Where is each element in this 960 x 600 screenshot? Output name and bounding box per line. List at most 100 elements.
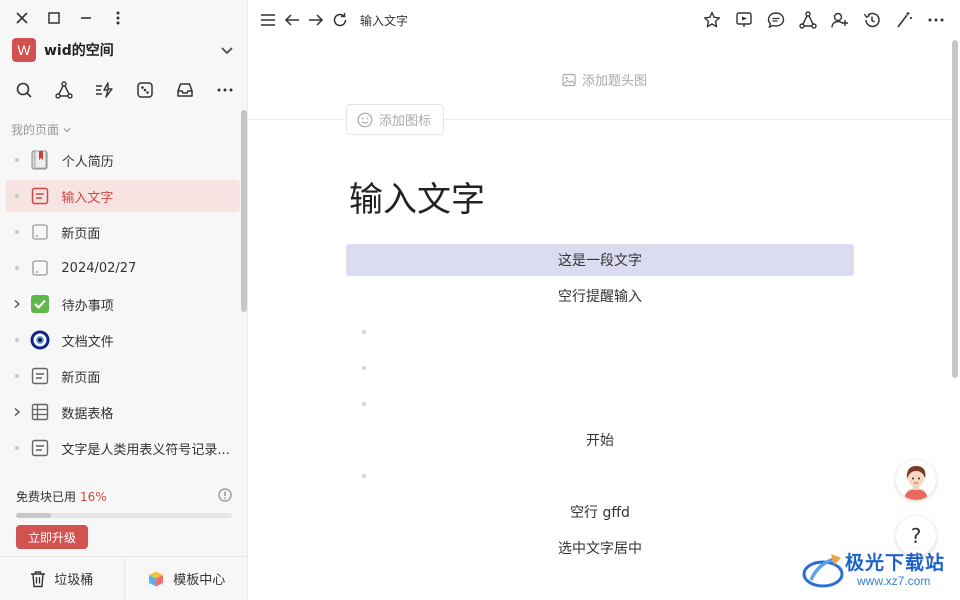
arrow-left-icon[interactable] xyxy=(282,10,302,30)
trash-button[interactable]: 垃圾桶 xyxy=(0,557,124,600)
more-vertical-icon[interactable] xyxy=(110,10,126,26)
bullet-dot xyxy=(14,158,19,162)
breadcrumb[interactable]: 输入文字 xyxy=(360,12,408,29)
minimize-icon[interactable] xyxy=(78,10,94,26)
bookmark-book-icon xyxy=(30,150,50,170)
quota-percent: 16% xyxy=(80,490,107,504)
sidebar-item-label: 待办事项 xyxy=(61,298,114,314)
sidebar-item-label: 输入文字 xyxy=(61,190,114,206)
assistant-face-icon xyxy=(896,460,936,500)
doc-icon xyxy=(30,366,50,386)
doc-icon xyxy=(30,186,50,206)
sidebar-item-input-text[interactable]: 输入文字 xyxy=(5,180,240,212)
graph-icon[interactable] xyxy=(798,10,818,30)
trash-icon xyxy=(31,570,46,587)
sidebar-item-label: 2024/02/27 xyxy=(61,260,137,276)
workspace-name: wid的空间 xyxy=(44,43,114,59)
sidebar-item-label: 文档文件 xyxy=(61,334,114,350)
sidebar-item-label: 新页面 xyxy=(61,370,101,386)
template-center-button[interactable]: 模板中心 xyxy=(123,557,249,600)
eye-charm-icon xyxy=(30,330,50,350)
quota-label: 免费块已用 xyxy=(16,490,77,504)
empty-line-marker xyxy=(362,366,366,370)
image-icon xyxy=(562,73,576,86)
quota-progress-bar xyxy=(16,513,232,518)
inbox-icon[interactable] xyxy=(175,80,195,100)
text-block[interactable]: 选中文字居中 xyxy=(346,532,854,564)
sidebar-toolbar xyxy=(14,80,235,100)
sidebar-item-label: 数据表格 xyxy=(61,406,114,422)
doc-icon xyxy=(30,438,50,458)
sidebar: W wid的空间 我的页面 个人简历 输入文字 新页面 2024/02/27 待… xyxy=(0,0,248,600)
top-bar: 输入文字 xyxy=(249,0,960,40)
star-icon[interactable] xyxy=(702,10,722,30)
sidebar-item-data-table[interactable]: 数据表格 xyxy=(5,396,240,428)
sidebar-item-resume[interactable]: 个人简历 xyxy=(5,144,240,176)
add-icon-label: 添加图标 xyxy=(379,114,432,129)
text-block[interactable]: 空行 gffd xyxy=(346,496,854,528)
chevron-down-icon[interactable] xyxy=(219,42,235,58)
blank-page-icon xyxy=(30,222,50,242)
bullet-dot xyxy=(14,446,19,450)
smiley-icon xyxy=(357,112,373,127)
watermark-url: www.xz7.com xyxy=(857,574,931,588)
more-horizontal-icon[interactable] xyxy=(926,10,946,30)
bullet-dot xyxy=(14,230,19,234)
sidebar-item-documents[interactable]: 文档文件 xyxy=(5,324,240,356)
bullet-dot xyxy=(14,374,19,378)
sidebar-item-label: 文字是人类用表义符号记录... xyxy=(61,442,230,458)
template-center-label: 模板中心 xyxy=(173,573,226,588)
presentation-icon[interactable] xyxy=(734,10,754,30)
arrow-right-icon[interactable] xyxy=(306,10,326,30)
maximize-icon[interactable] xyxy=(46,10,62,26)
table-icon xyxy=(30,402,50,422)
add-user-icon[interactable] xyxy=(830,10,850,30)
text-block[interactable]: 开始 xyxy=(346,424,854,456)
quick-actions-icon[interactable] xyxy=(94,80,114,100)
dice-icon[interactable] xyxy=(135,80,155,100)
sidebar-item-todo[interactable]: 待办事项 xyxy=(5,288,240,320)
editor-area: 输入文字 添加题头图 添加图标 输入文字 这是一段文字 空行提醒输入 开始 空行… xyxy=(249,0,960,600)
chevron-right-icon[interactable] xyxy=(11,406,23,418)
assistant-avatar[interactable] xyxy=(896,460,936,500)
menu-icon[interactable] xyxy=(258,10,278,30)
bullet-dot xyxy=(14,338,19,342)
cube-icon xyxy=(149,571,164,586)
close-icon[interactable] xyxy=(14,10,30,26)
history-icon[interactable] xyxy=(862,10,882,30)
sidebar-item-new-page[interactable]: 新页面 xyxy=(5,216,240,248)
block-quota: 免费块已用 16% 立即升级 xyxy=(16,488,232,549)
top-actions xyxy=(702,10,946,30)
bullet-dot xyxy=(14,266,19,270)
sidebar-item-label: 个人简历 xyxy=(61,154,114,170)
chevron-right-icon[interactable] xyxy=(11,298,23,310)
sidebar-footer: 垃圾桶 模板中心 xyxy=(0,556,248,600)
sidebar-scrollbar[interactable] xyxy=(241,110,247,312)
sidebar-item-date-page[interactable]: 2024/02/27 xyxy=(5,252,240,284)
text-block[interactable]: 空行提醒输入 xyxy=(346,280,854,312)
watermark-logo xyxy=(802,554,844,588)
text-block[interactable]: 这是一段文字 xyxy=(346,244,854,276)
quota-progress-fill xyxy=(16,513,51,518)
more-horizontal-icon[interactable] xyxy=(215,80,235,100)
editor-scrollbar[interactable] xyxy=(952,40,958,378)
comment-icon[interactable] xyxy=(766,10,786,30)
site-watermark: 极光下载站 www.xz7.com xyxy=(801,548,959,592)
info-icon[interactable] xyxy=(218,488,232,505)
search-icon[interactable] xyxy=(14,80,34,100)
add-cover-button[interactable]: 添加题头图 xyxy=(249,70,960,89)
upgrade-button[interactable]: 立即升级 xyxy=(16,525,88,549)
refresh-icon[interactable] xyxy=(330,10,350,30)
add-cover-label: 添加题头图 xyxy=(581,74,647,89)
workspace-logo: W xyxy=(12,38,36,62)
magic-wand-icon[interactable] xyxy=(894,10,914,30)
graph-icon[interactable] xyxy=(54,80,74,100)
sidebar-item-new-page-2[interactable]: 新页面 xyxy=(5,360,240,392)
my-pages-section[interactable]: 我的页面 xyxy=(11,121,72,138)
page-title[interactable]: 输入文字 xyxy=(349,172,485,221)
sidebar-item-label: 新页面 xyxy=(61,226,101,242)
workspace-switcher[interactable]: W wid的空间 xyxy=(12,38,235,62)
sidebar-item-writing[interactable]: 文字是人类用表义符号记录... xyxy=(5,432,240,464)
chevron-down-icon xyxy=(63,127,71,132)
add-icon-button[interactable]: 添加图标 xyxy=(346,104,445,135)
